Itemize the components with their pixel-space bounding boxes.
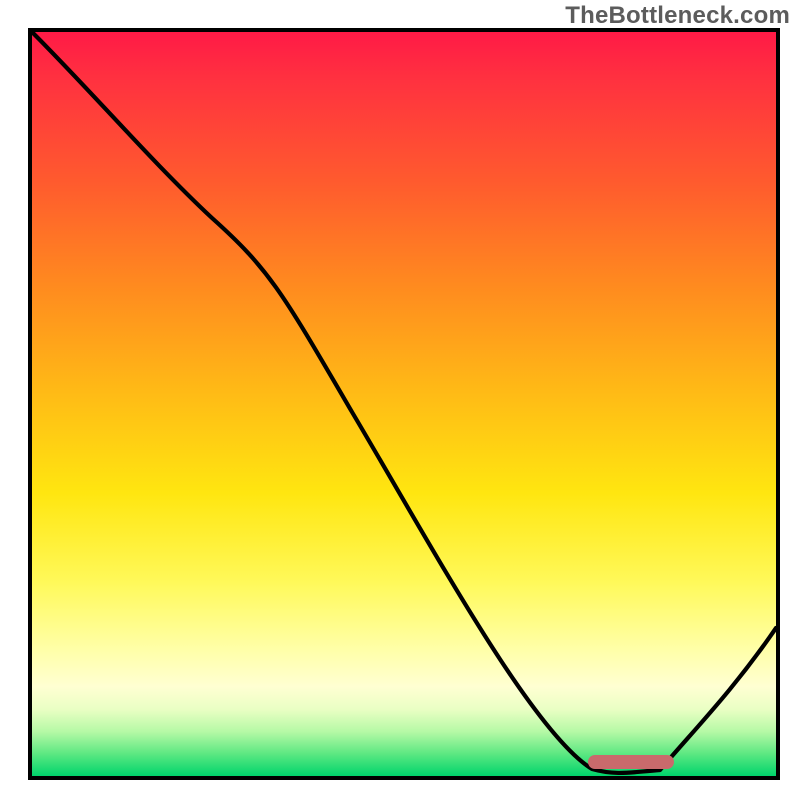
chart-frame: TheBottleneck.com [0, 0, 800, 800]
optimal-range-marker [588, 755, 674, 769]
watermark-text: TheBottleneck.com [565, 2, 790, 30]
bottleneck-curve [32, 32, 776, 776]
plot-area [28, 28, 780, 780]
curve-path [32, 32, 776, 773]
